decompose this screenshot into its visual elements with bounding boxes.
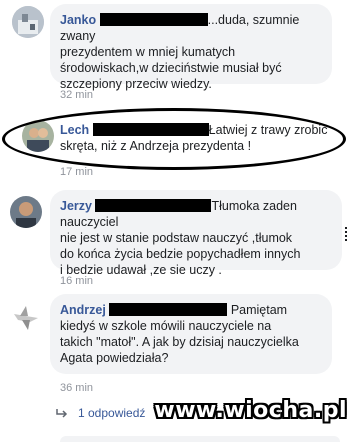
comment-line: Agata powiedziała? [60,351,169,365]
next-comment-bubble-edge [60,436,340,442]
comment-line: kiedyś w szkole mówili nauczyciele na [60,319,272,333]
comment-author[interactable]: Jerzy [60,199,92,213]
replies-count-label[interactable]: 1 odpowiedź [78,406,145,420]
replies-link[interactable]: 1 odpowiedź [56,406,145,420]
comment-line: skręta, niż z Andrzeja prezydenta ! [60,139,252,153]
comment-text-start: Pamiętam [230,303,288,317]
avatar[interactable] [10,196,42,228]
comment-bubble: Jerzy Tłumoka zaden nauczyciel nie jest … [50,190,342,277]
comment-timestamp[interactable]: 17 min [60,166,93,178]
watermark-logo: www.wiocha.pl [154,398,347,423]
comment-line: szczepiony przeciw wiedzy. [60,77,212,91]
avatar-image-icon [10,196,42,228]
comment-line: takich "matoł". A jak by dzisiaj nauczyc… [60,335,299,349]
redacted-name [92,123,209,136]
avatar[interactable] [10,302,42,334]
comment-bubble: Lech Łatwiej z trawy zrobić skręta, niż … [50,118,340,158]
comment-line: do końca życia bedzie popychadłem innych [60,247,301,261]
avatar[interactable] [12,6,44,38]
comment-author[interactable]: Janko [60,13,96,27]
comment-author[interactable]: Andrzej [60,303,106,317]
comment-author[interactable]: Lech [60,123,89,137]
more-options-icon[interactable] [344,226,350,242]
comment-timestamp[interactable]: 36 min [60,382,93,394]
comment-line: prezydentem w mniej kumatych [60,45,236,59]
comment-timestamp[interactable]: 32 min [60,89,93,101]
comment-bubble: Andrzej Pamiętam kiedyś w szkole mówili … [50,294,332,374]
comment-line: środowiskach,w dzieciństwie musiał być [60,61,282,75]
reply-arrow-icon [56,409,68,418]
comment-line: nie jest w stanie podstaw nauczyć ,tłumo… [60,231,293,245]
redacted-name [99,13,208,26]
comment-timestamp[interactable]: 16 min [60,275,93,287]
redacted-name [95,199,212,212]
comment-text-start: Łatwiej z trawy zrobić [208,123,328,137]
comment-bubble: Janko ...duda, szumnie zwany prezydentem… [50,4,332,91]
comment-line: i bedzie udawał ,ze sie uczy . [60,263,222,277]
avatar-image-icon [10,302,42,334]
avatar-image-icon [12,6,44,38]
redacted-name [109,303,228,316]
